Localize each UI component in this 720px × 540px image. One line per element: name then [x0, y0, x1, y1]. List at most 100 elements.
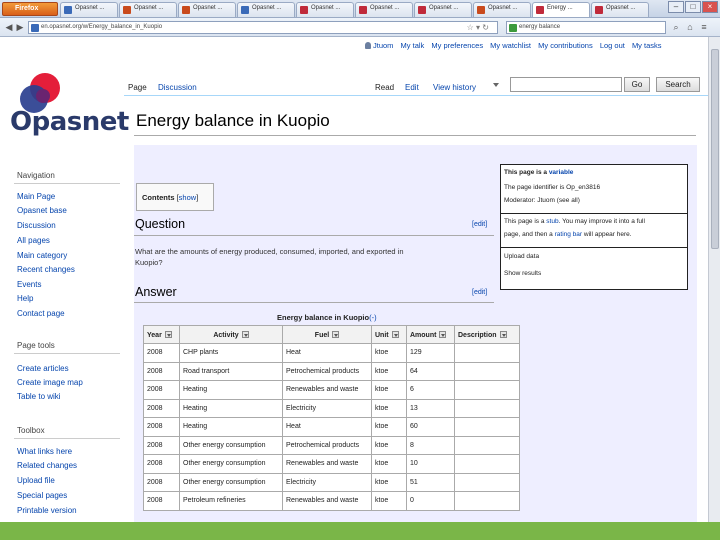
- sidebar-item-what-links-here[interactable]: What links here: [17, 447, 72, 456]
- infobox-variable-prefix: This page is a: [504, 169, 547, 176]
- close-icon[interactable]: ×: [702, 1, 718, 13]
- edit-answer-link[interactable]: [edit]: [472, 289, 487, 296]
- toc-toggle-link[interactable]: show: [179, 193, 197, 202]
- upload-data-link[interactable]: Upload data: [504, 253, 539, 260]
- rating-bar-link[interactable]: rating bar: [555, 231, 582, 238]
- sidebar-item-upload-file[interactable]: Upload file: [17, 476, 55, 485]
- bookmarks-icon[interactable]: ≡: [698, 21, 710, 34]
- column-header-description[interactable]: Description: [454, 325, 520, 344]
- page-viewport: Jtuom My talk My preferences My watchlis…: [0, 37, 708, 522]
- question-text-line1: What are the amounts of energy produced,…: [135, 247, 404, 256]
- browser-tab[interactable]: Opasnet ...: [237, 2, 295, 17]
- sidebar-item-printable-version[interactable]: Printable version: [17, 506, 77, 515]
- go-button[interactable]: Go: [624, 77, 650, 92]
- sidebar-item-related-changes[interactable]: Related changes: [17, 461, 77, 470]
- column-header-amount[interactable]: Amount: [406, 325, 455, 344]
- tab-view-history[interactable]: View history: [430, 81, 479, 95]
- address-bar[interactable]: en.opasnet.org/w/Energy_balance_in_Kuopi…: [28, 21, 498, 34]
- maximize-icon[interactable]: □: [685, 1, 701, 13]
- browser-tab[interactable]: Opasnet ...: [591, 2, 649, 17]
- browser-search-box[interactable]: energy balance: [506, 21, 666, 34]
- tab-favicon-icon: [64, 6, 72, 14]
- user-link[interactable]: Jtuom: [373, 41, 393, 50]
- tab-favicon-icon: [536, 6, 544, 14]
- table-cell: 2008: [143, 343, 180, 363]
- table-caption-link[interactable]: (-): [369, 313, 377, 322]
- sidebar-divider: [14, 438, 120, 439]
- sort-icon[interactable]: [241, 330, 249, 338]
- sidebar-heading-navigation: Navigation: [17, 171, 55, 180]
- column-header-fuel[interactable]: Fuel: [282, 325, 372, 344]
- show-results-link[interactable]: Show results: [504, 270, 541, 277]
- stub-link[interactable]: stub: [546, 218, 558, 225]
- browser-tab[interactable]: Opasnet ...: [355, 2, 413, 17]
- personal-link-tasks[interactable]: My tasks: [632, 41, 662, 50]
- browser-tab[interactable]: Opasnet ...: [296, 2, 354, 17]
- sidebar-item-events[interactable]: Events: [17, 280, 41, 289]
- column-header-year[interactable]: Year: [143, 325, 180, 344]
- wiki-search-input[interactable]: [510, 77, 622, 92]
- tab-page[interactable]: Page: [125, 81, 150, 95]
- sidebar-item-main-page[interactable]: Main Page: [17, 192, 55, 201]
- sort-icon[interactable]: [439, 330, 447, 338]
- stub-suffix: . You may improve it into a full: [558, 218, 645, 225]
- sidebar-item-discussion[interactable]: Discussion: [17, 221, 56, 230]
- sidebar-item-create-articles[interactable]: Create articles: [17, 364, 69, 373]
- browser-tab[interactable]: Opasnet ...: [119, 2, 177, 17]
- personal-link-contributions[interactable]: My contributions: [538, 41, 593, 50]
- personal-link-logout[interactable]: Log out: [600, 41, 625, 50]
- table-cell: Renewables and waste: [282, 491, 372, 511]
- sort-icon[interactable]: [332, 330, 340, 338]
- table-cell: Renewables and waste: [282, 380, 372, 400]
- sidebar-item-recent-changes[interactable]: Recent changes: [17, 265, 75, 274]
- sidebar-item-special-pages[interactable]: Special pages: [17, 491, 67, 500]
- tab-edit[interactable]: Edit: [402, 81, 422, 95]
- home-icon[interactable]: ⌂: [684, 21, 696, 34]
- table-cell: ktoe: [371, 435, 407, 455]
- browser-tab[interactable]: Opasnet ...: [414, 2, 472, 17]
- browser-tab[interactable]: Opasnet ...: [178, 2, 236, 17]
- sidebar-item-create-image-map[interactable]: Create image map: [17, 378, 83, 387]
- sort-icon[interactable]: [164, 330, 172, 338]
- column-header-unit[interactable]: Unit: [371, 325, 407, 344]
- personal-link-preferences[interactable]: My preferences: [431, 41, 483, 50]
- firefox-menu-button[interactable]: Firefox: [2, 2, 58, 16]
- chevron-down-icon[interactable]: [493, 83, 499, 87]
- sidebar-item-table-to-wiki[interactable]: Table to wiki: [17, 392, 61, 401]
- personal-link-watchlist[interactable]: My watchlist: [490, 41, 531, 50]
- sidebar-item-contact-page[interactable]: Contact page: [17, 309, 65, 318]
- sort-icon[interactable]: [391, 330, 399, 338]
- page-title: Energy balance in Kuopio: [136, 111, 330, 130]
- column-header-activity[interactable]: Activity: [179, 325, 283, 344]
- page-scrollbar[interactable]: [708, 37, 720, 522]
- table-cell: 2008: [143, 417, 180, 437]
- table-row: 2008 CHP plants Heat ktoe 129: [143, 343, 520, 363]
- infobox-moderator[interactable]: Moderator: Jtuom (see all): [504, 197, 580, 204]
- minimize-icon[interactable]: –: [668, 1, 684, 13]
- table-cell: 64: [406, 361, 455, 381]
- scrollbar-thumb[interactable]: [711, 49, 719, 249]
- sidebar-item-help[interactable]: Help: [17, 294, 33, 303]
- forward-icon[interactable]: ▶: [14, 21, 26, 34]
- tab-discussion[interactable]: Discussion: [155, 81, 200, 95]
- table-row: 2008 Petroleum refineries Renewables and w…: [143, 491, 520, 511]
- opasnet-logo[interactable]: Opasnet: [10, 73, 129, 173]
- table-cell: ktoe: [371, 361, 407, 381]
- edit-question-link[interactable]: [edit]: [472, 221, 487, 228]
- table-cell: 2008: [143, 435, 180, 455]
- sidebar-item-all-pages[interactable]: All pages: [17, 236, 50, 245]
- personal-link-talk[interactable]: My talk: [401, 41, 425, 50]
- sidebar-item-main-category[interactable]: Main category: [17, 251, 67, 260]
- browser-tab[interactable]: Energy ...: [532, 2, 590, 17]
- search-icon[interactable]: ⌕: [670, 21, 682, 34]
- sidebar-item-opasnet-base[interactable]: Opasnet base: [17, 206, 67, 215]
- table-cell: 60: [406, 417, 455, 437]
- browser-tab[interactable]: Opasnet ...: [60, 2, 118, 17]
- browser-tab[interactable]: Opasnet ...: [473, 2, 531, 17]
- search-button[interactable]: Search: [656, 77, 700, 92]
- tab-read[interactable]: Read: [372, 81, 398, 95]
- variable-link[interactable]: variable: [549, 169, 574, 176]
- tab-label: Opasnet ...: [134, 5, 164, 11]
- bookmark-star-icon[interactable]: ☆ ▾ ↻: [467, 23, 489, 32]
- sort-icon[interactable]: [499, 330, 507, 338]
